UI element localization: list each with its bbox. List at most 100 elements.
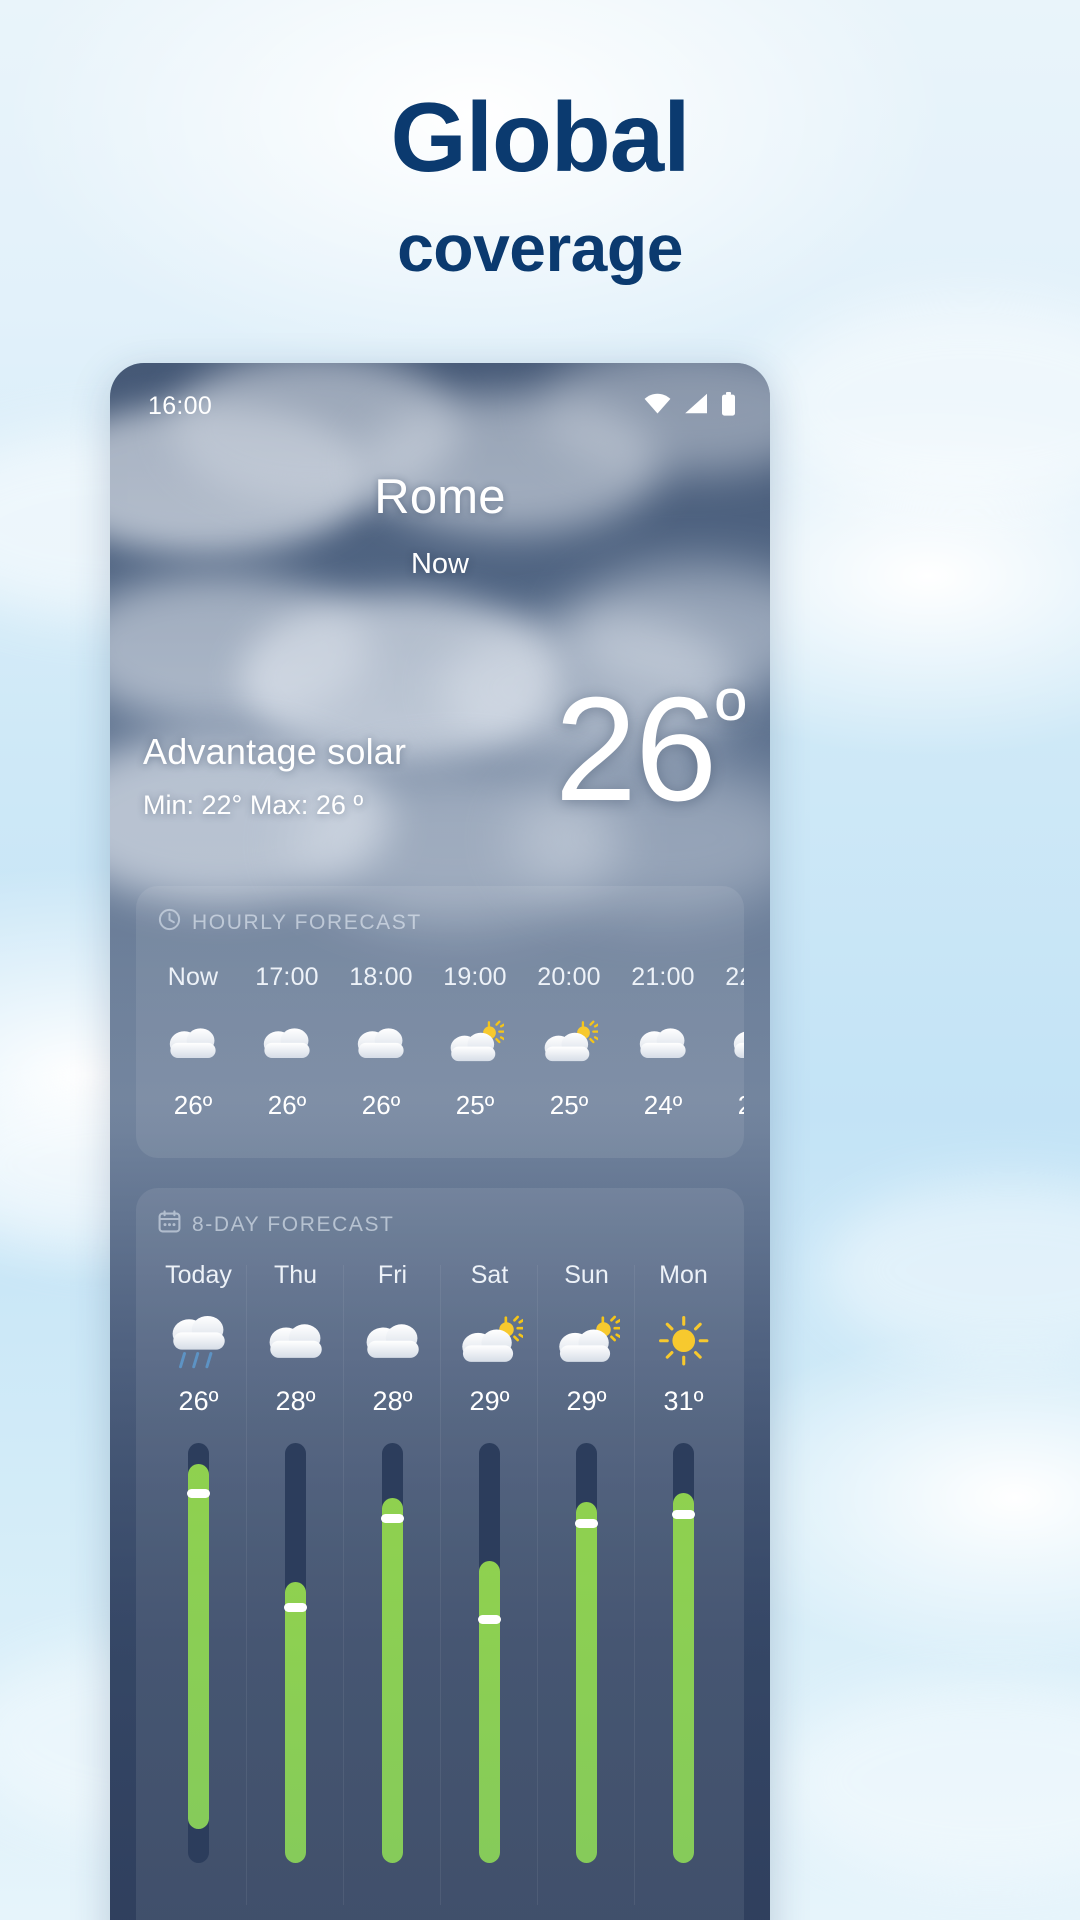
current-temperature-value: 26: [554, 667, 718, 832]
daily-temperature: 28º: [372, 1386, 413, 1416]
partly-sunny-icon: [538, 1304, 635, 1378]
hourly-time: 17:00: [255, 963, 319, 991]
current-conditions: Advantage solar Min: 22° Max: 26 º 26º: [110, 676, 770, 848]
sunny-icon: [635, 1304, 732, 1378]
cloudy-icon: [334, 1012, 428, 1074]
background-cloud: [760, 300, 1080, 510]
city-subtitle: Now: [410, 548, 469, 580]
condition-description: Advantage solar: [143, 731, 407, 772]
weather-app-screen: 16:00 Rome Now Advantage solar Min: 22° …: [110, 363, 770, 1920]
temperature-bar-fill: [479, 1560, 500, 1863]
promo-page: Global coverage 16:00 Rome Now Advantage…: [0, 0, 1080, 1920]
hourly-time: 20:00: [537, 963, 601, 991]
hourly-temperature: 26º: [267, 1090, 307, 1120]
hourly-time: 21:00: [631, 963, 695, 991]
partly-sunny-icon: [441, 1304, 538, 1378]
phone-mockup: 16:00 Rome Now Advantage solar Min: 22° …: [110, 363, 770, 1920]
hourly-forecast-item[interactable]: 17:00 26º: [240, 963, 334, 1121]
clock-icon: [158, 908, 181, 937]
partly-sunny-icon: [428, 1012, 522, 1074]
city-name: Rome: [374, 470, 506, 524]
cloudy-icon: [146, 1012, 240, 1074]
temperature-bar-knob: [478, 1615, 501, 1625]
cloudy-icon: [240, 1012, 334, 1074]
temperature-range-bar: [284, 1443, 307, 1863]
signal-icon: [684, 393, 708, 419]
daily-forecast-item[interactable]: Today 26º: [150, 1261, 247, 1905]
temperature-bar-knob: [575, 1518, 598, 1528]
daily-forecast-row[interactable]: Today 26º Thu 28º Fri 28º Sat 29º Sun 29º Mon 31º: [136, 1239, 744, 1905]
daily-day-label: Today: [165, 1261, 232, 1289]
daily-forecast-header: 8-DAY FORECAST: [136, 1188, 744, 1239]
hourly-temperature: 26º: [173, 1090, 213, 1120]
cloudy-icon: [344, 1304, 441, 1378]
wifi-icon: [644, 393, 671, 419]
daily-temperature: 29º: [566, 1386, 607, 1416]
temperature-range-bar: [478, 1443, 501, 1863]
daily-forecast-item[interactable]: Fri 28º: [344, 1261, 441, 1905]
daily-day-label: Fri: [377, 1261, 408, 1289]
hourly-time: 18:00: [349, 963, 413, 991]
temperature-bar-fill: [188, 1464, 209, 1830]
daily-temperature: 26º: [178, 1386, 219, 1416]
daily-day-label: Sun: [564, 1261, 609, 1289]
hourly-forecast-card[interactable]: HOURLY FORECAST Now 26º 17:00 26º 18:00 26º 19…: [136, 886, 744, 1158]
calendar-icon: [158, 1210, 181, 1239]
temperature-bar-knob: [284, 1602, 307, 1612]
partly-sunny-icon: [522, 1012, 616, 1074]
hourly-temperature: 24º: [710, 1090, 744, 1121]
temperature-bar-knob: [187, 1489, 210, 1499]
hourly-forecast-item[interactable]: 19:00 25º: [428, 963, 522, 1121]
battery-icon: [721, 391, 736, 421]
hourly-temperature: 26º: [361, 1090, 401, 1120]
hourly-forecast-row[interactable]: Now 26º 17:00 26º 18:00 26º 19:00 25º 20:00 25º 21…: [136, 937, 744, 1121]
cloudy-icon: [616, 1012, 710, 1074]
status-time: 16:00: [148, 391, 213, 420]
hourly-forecast-title: HOURLY FORECAST: [192, 910, 422, 934]
daily-forecast-item[interactable]: Thu 28º: [247, 1261, 344, 1905]
temperature-range-bar: [672, 1443, 695, 1863]
status-icons: [644, 391, 736, 421]
temperature-bar-fill: [673, 1493, 694, 1863]
temperature-bar-knob: [672, 1510, 695, 1520]
temperature-range-bar: [381, 1443, 404, 1863]
page-subtitle: coverage: [397, 210, 683, 285]
current-temperature: 26º: [555, 676, 746, 824]
cloudy-icon: [247, 1304, 344, 1378]
hourly-temperature: 24º: [643, 1090, 683, 1120]
background-cloud: [820, 1180, 1080, 1360]
daily-day-label: Thu: [273, 1261, 318, 1289]
temperature-bar-fill: [285, 1581, 306, 1863]
status-bar: 16:00: [110, 389, 770, 423]
hourly-forecast-item[interactable]: Now 26º: [146, 963, 240, 1121]
hourly-temperature: 25º: [455, 1090, 495, 1120]
promo-heading-block: Global coverage: [0, 85, 1080, 285]
cloudy-icon: [710, 1012, 744, 1074]
temperature-range-bar: [575, 1443, 598, 1863]
hourly-forecast-item[interactable]: 22:00 24º: [710, 963, 744, 1121]
hourly-forecast-header: HOURLY FORECAST: [136, 886, 744, 937]
degree-symbol: º: [715, 671, 746, 765]
hourly-time: 19:00: [443, 963, 507, 991]
hourly-forecast-item[interactable]: 18:00 26º: [334, 963, 428, 1121]
hourly-temperature: 25º: [549, 1090, 589, 1120]
hourly-time: Now: [167, 963, 219, 991]
temperature-bar-fill: [576, 1501, 597, 1863]
hourly-forecast-item[interactable]: 21:00 24º: [616, 963, 710, 1121]
daily-forecast-item[interactable]: Sun 29º: [538, 1261, 635, 1905]
hourly-time: 22:00: [725, 963, 744, 991]
daily-forecast-card[interactable]: 8-DAY FORECAST Today 26º Thu 28º Fri 28º Sat 29…: [136, 1188, 744, 1920]
daily-day-label: Sat: [470, 1261, 509, 1289]
rain-icon: [150, 1304, 247, 1378]
daily-temperature: 28º: [275, 1386, 316, 1416]
daily-day-label: Mon: [659, 1261, 708, 1289]
background-cloud: [780, 1680, 1080, 1880]
temperature-bar-knob: [381, 1514, 404, 1524]
daily-forecast-item[interactable]: Mon 31º: [635, 1261, 732, 1863]
daily-temperature: 29º: [469, 1386, 510, 1416]
daily-forecast-title: 8-DAY FORECAST: [192, 1212, 395, 1236]
daily-temperature: 31º: [663, 1386, 704, 1416]
hourly-forecast-item[interactable]: 20:00 25º: [522, 963, 616, 1121]
daily-forecast-item[interactable]: Sat 29º: [441, 1261, 538, 1905]
temperature-bar-fill: [382, 1497, 403, 1863]
